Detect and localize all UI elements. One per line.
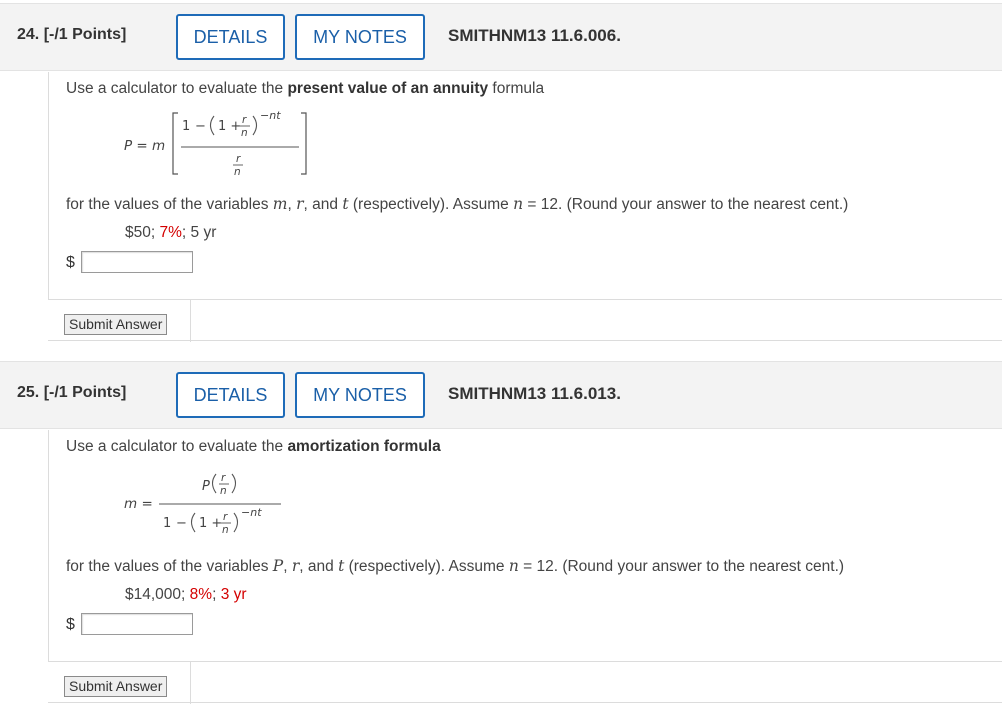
instructions-text: for the values of the variables m, r, an… — [66, 195, 849, 213]
inner-one-plus: 1 + — [218, 119, 241, 134]
submit-answer-button[interactable]: Submit Answer — [64, 314, 168, 335]
annuity-formula: P = m 1 − 1 + r n −nt r n — [124, 109, 307, 178]
my-notes-button[interactable]: MY NOTES — [295, 14, 425, 60]
prompt-bold-term: present value of an annuity — [287, 80, 489, 97]
denominator-one: 1 — [163, 516, 171, 531]
denominator-minus: − — [176, 516, 187, 531]
divider — [190, 662, 191, 704]
denominator-r: r — [236, 153, 241, 165]
numerator-minus: − — [195, 119, 206, 134]
answer-input[interactable] — [81, 251, 193, 273]
submit-area: Submit Answer — [48, 299, 1002, 342]
question-24-body: Use a calculator to evaluate the present… — [48, 72, 1002, 299]
numerator-r: r — [221, 472, 226, 484]
variable-values: $14,000; 8%; 3 yr — [125, 586, 247, 603]
numerator-n: n — [220, 485, 227, 497]
currency-symbol: $ — [66, 616, 75, 633]
exponent: −nt — [260, 109, 281, 122]
my-notes-button[interactable]: MY NOTES — [295, 372, 425, 418]
inner-one-plus: 1 + — [199, 516, 222, 531]
denominator-n: n — [234, 166, 241, 178]
question-25-header: 25. [-/1 Points] DETAILS MY NOTES SMITHN… — [0, 361, 1002, 429]
question-code: SMITHNM13 11.6.013. — [448, 384, 621, 403]
inner-n: n — [222, 524, 229, 536]
question-number: 25. [-/1 Points] — [17, 384, 127, 401]
amortization-formula: m = P r n 1 − 1 + r n −nt — [124, 472, 281, 536]
question-25-body: Use a calculator to evaluate the amortiz… — [48, 430, 1002, 661]
details-button[interactable]: DETAILS — [176, 14, 285, 60]
question-code: SMITHNM13 11.6.006. — [448, 26, 621, 45]
prompt-bold-term: amortization formula — [287, 438, 441, 455]
question-number: 24. [-/1 Points] — [17, 26, 127, 43]
details-button[interactable]: DETAILS — [176, 372, 285, 418]
inner-r: r — [242, 114, 247, 126]
submit-area: Submit Answer — [48, 661, 1002, 704]
divider — [190, 300, 191, 342]
question-prompt: Use a calculator to evaluate the amortiz… — [66, 438, 441, 455]
answer-input[interactable] — [81, 613, 193, 635]
question-24-header: 24. [-/1 Points] DETAILS MY NOTES SMITHN… — [0, 3, 1002, 71]
inner-n: n — [241, 127, 248, 139]
formula-lhs: m = — [124, 496, 153, 512]
instructions-text: for the values of the variables P, r, an… — [66, 557, 845, 575]
submit-answer-button[interactable]: Submit Answer — [64, 676, 168, 697]
currency-symbol: $ — [66, 254, 75, 271]
variable-values: $50; 7%; 5 yr — [125, 224, 217, 241]
inner-r: r — [223, 511, 228, 523]
numerator-P: P — [202, 479, 210, 494]
question-prompt: Use a calculator to evaluate the present… — [66, 80, 545, 97]
numerator-one: 1 — [182, 119, 190, 134]
formula-lhs: P = m — [124, 138, 165, 154]
exponent: −nt — [241, 506, 262, 519]
